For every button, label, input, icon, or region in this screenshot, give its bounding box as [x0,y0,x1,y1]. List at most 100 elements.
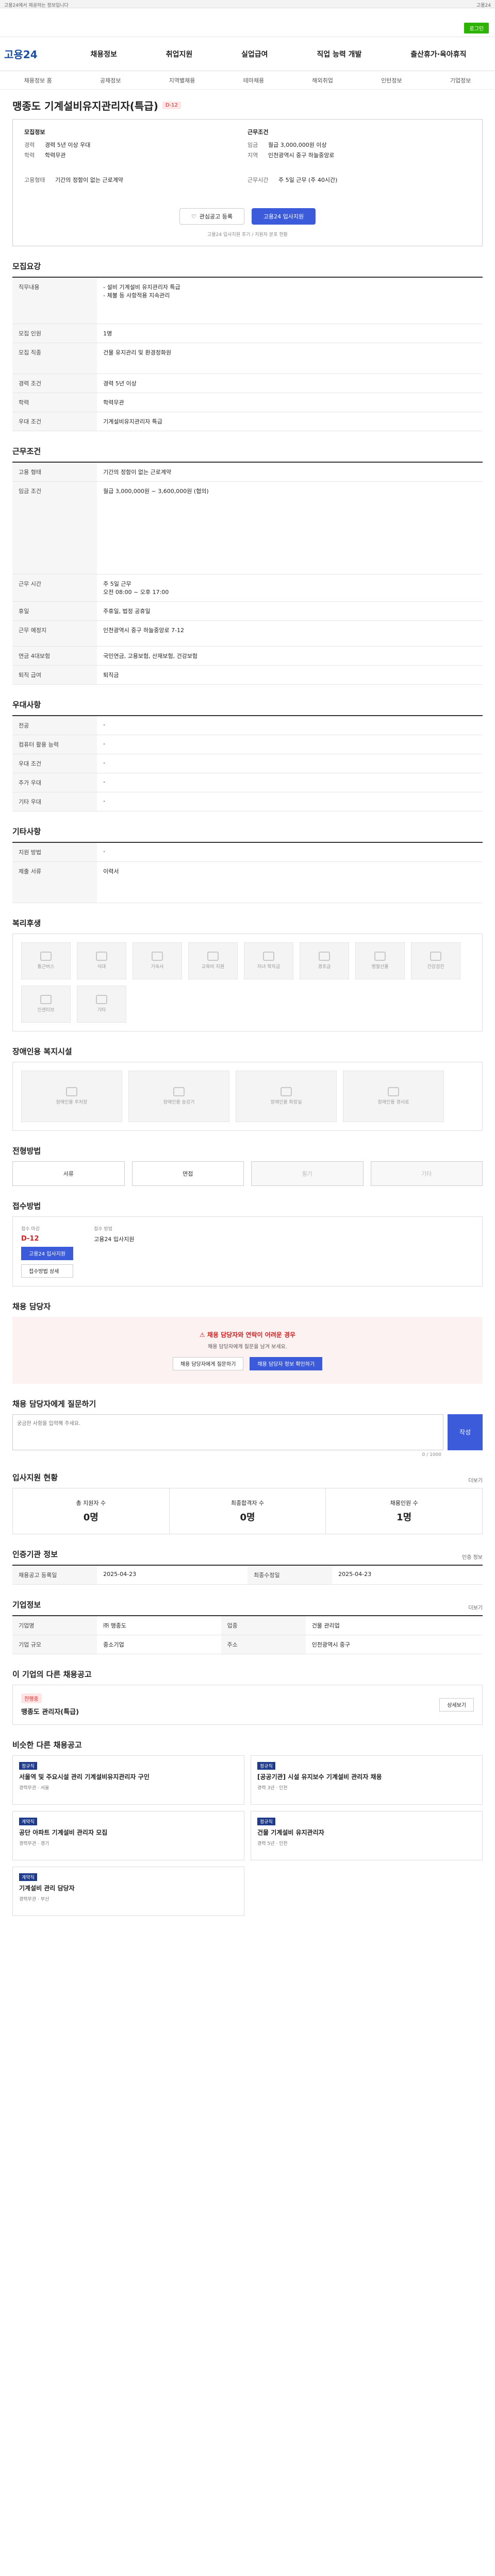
time-label: 근무시간 [248,177,269,183]
question-textarea[interactable] [12,1414,443,1450]
heart-icon: ♡ [191,213,196,220]
restroom-icon [280,1087,292,1096]
lnb-item[interactable]: 지역별채용 [169,76,195,84]
site-logo[interactable]: 고용24 [4,46,66,61]
table-row: 학력 학력무관 [12,393,483,412]
table-row: 임금 조건 월급 3,000,000원 ~ 3,600,000원 (협의) [12,481,483,574]
account-bar: 로그인 [0,8,495,37]
row-value: 1명 [97,324,483,343]
row-value: 중소기업 [97,1635,221,1654]
row-label: 제출 서류 [12,861,97,903]
job-card[interactable]: 계약직 기계설비 관리 담당자 경력무관 · 부산 [12,1866,244,1916]
row-value: 기계설비유지관리자 특급 [97,412,483,431]
notice-text: 채용 담당자에게 질문을 남겨 보세요. [208,1344,287,1350]
job-title-row: 맹종도 기계설비유지관리자(특급) D-12 [12,98,483,113]
top-notice-bar: 고용24에서 제공하는 정보입니다 고용24 [0,0,495,8]
job-card[interactable]: 계약직 공단 아파트 기계설비 관리자 모집 경력무관 · 경기 [12,1810,244,1860]
more-link[interactable]: 인증 정보 [462,1553,483,1561]
benefit-item: 명절선물 [355,942,405,979]
benefit-item: 기숙사 [133,942,182,979]
stat-item: 최종합격자 수 0명 [170,1488,326,1534]
meal-icon [96,952,107,961]
section-title: 장애인용 복지시설 [12,1046,72,1056]
apply-detail-button[interactable]: 접수방법 상세 [21,1264,74,1278]
row-value: 2025-04-23 [97,1565,248,1585]
row-value: 국민연금, 고용보험, 산재보험, 건강보험 [97,646,483,666]
row-value: - [97,735,483,754]
benefits-grid: 통근버스 식대 기숙사 교육비 지원 자녀 학자금 경조금 명절선물 건강검진 … [12,933,483,1031]
gnb-item[interactable]: 출산휴가·육아휴직 [410,49,466,59]
apply-button[interactable]: 고용24 입사지원 [251,208,316,225]
company-table: 기업명 ㈜ 맹종도 업종 건물 관리업 기업 규모 중소기업 주소 인천광역시 중구 [12,1615,483,1654]
row-label: 컴퓨터 활용 능력 [12,735,97,754]
contact-section: 인증기관 정보 인증 정보 채용공고 등록일 2025-04-23 최종수정일 2025… [12,1549,483,1585]
submit-question-button[interactable]: 작성 [448,1414,483,1450]
benefit-label: 인센티브 [37,1008,55,1013]
lnb-item[interactable]: 공채정보 [100,76,121,84]
stat-value: 0명 [83,1512,98,1523]
company-section: 기업정보 더보기 기업명 ㈜ 맹종도 업종 건물 관리업 기업 규모 중소기업 주소 인천광역… [12,1599,483,1654]
job-card[interactable]: 정규직 건물 기계설비 유지관리자 경력 5년 · 인천 [251,1810,483,1860]
holiday-gift-icon [374,952,386,961]
gnb-menu: 채용정보 취업지원 실업급여 직업 능력 개발 출산휴가·육아휴직 [66,49,491,59]
pay-value: 월급 3,000,000원 이상 [268,142,327,148]
table-row: 기타 우대 - [12,792,483,811]
section-title: 채용 담당자 [12,1301,51,1311]
job-card[interactable]: 정규직 [공공기관] 시설 유지보수 기계설비 관리자 채용 경력 3년 · 인천 [251,1755,483,1805]
section-title: 기업정보 [12,1600,41,1609]
table-row: 우대 조건 기계설비유지관리자 특급 [12,412,483,431]
more-link[interactable]: 더보기 [468,1476,483,1484]
stat-item: 총 지원자 수 0명 [13,1488,170,1534]
view-detail-button[interactable]: 상세보기 [439,1698,474,1711]
method-item: 서류 [12,1161,125,1186]
ask-question-button[interactable]: 채용 담당자에게 질문하기 [172,1357,244,1370]
lnb-item[interactable]: 채용정보 홈 [24,76,52,84]
lnb-item[interactable]: 해외취업 [312,76,333,84]
row-label: 임금 조건 [12,481,97,574]
lnb-item[interactable]: 테마채용 [243,76,264,84]
table-row: 고용 형태 기간의 정함이 없는 근로계약 [12,462,483,482]
gnb-item[interactable]: 취업지원 [166,49,193,59]
benefit-label: 교육비 지원 [201,964,225,970]
row-value: 경력 5년 이상 [97,374,483,393]
gnb-item[interactable]: 직업 능력 개발 [317,49,361,59]
bookmark-button[interactable]: ♡ 관심공고 등록 [179,208,244,225]
login-button[interactable]: 로그인 [464,23,489,33]
facility-item: 장애인용 주차장 [21,1070,122,1122]
hire-value: 기간의 정함이 없는 근로계약 [55,177,123,183]
facility-item: 장애인용 화장실 [236,1070,337,1122]
stat-value: 1명 [397,1512,412,1523]
table-row: 휴일 주휴일, 법정 공휴일 [12,601,483,621]
gnb-item[interactable]: 실업급여 [241,49,268,59]
job-card[interactable]: 정규직 서울역 및 주요시설 관리 기계설비유지관리자 구인 경력무관 · 서울 [12,1755,244,1805]
table-row: 제출 서류 이력서 [12,861,483,903]
more-link[interactable]: 더보기 [468,1603,483,1611]
elevator-icon [173,1087,185,1096]
gnb-item[interactable]: 채용정보 [90,49,117,59]
method-item: 면접 [131,1161,244,1186]
related-job-item[interactable]: 진행중 맹종도 관리자(특급) 상세보기 [12,1684,483,1725]
etc-icon [96,995,107,1004]
section-title: 전형방법 [12,1146,41,1156]
view-contact-button[interactable]: 채용 담당자 정보 확인하기 [250,1357,323,1370]
row-label: 기업명 [12,1615,97,1635]
edu-value: 학력무관 [45,152,66,159]
incentive-icon [40,995,52,1004]
disabled-grid: 장애인용 주차장 장애인용 승강기 장애인용 화장실 장애인용 경사로 [12,1061,483,1131]
job-title: 맹종도 기계설비유지관리자(특급) [12,100,158,112]
apply-online-button[interactable]: 고용24 입사지원 [21,1246,74,1260]
benefit-label: 경조금 [318,964,331,970]
dorm-icon [152,952,163,961]
row-label: 추가 우대 [12,773,97,792]
row-label: 기타 우대 [12,792,97,811]
health-check-icon [430,952,441,961]
lnb-item[interactable]: 기업정보 [450,76,471,84]
lnb-item[interactable]: 인턴정보 [381,76,402,84]
row-value: 주 5일 근무 오전 08:00 ~ 오후 17:00 [97,574,483,602]
section-title: 비슷한 다른 채용공고 [12,1740,82,1750]
summary-note: 고용24 입사지원 후기 / 지원자 분포 현황 [207,232,288,238]
row-label: 지원 방법 [12,842,97,862]
job-card-sub: 경력 3년 · 인천 [257,1786,288,1791]
table-row: 연금 4대보험 국민연금, 고용보험, 산재보험, 건강보험 [12,646,483,666]
apply-right: 접수 방법 고용24 입사지원 [94,1225,134,1278]
